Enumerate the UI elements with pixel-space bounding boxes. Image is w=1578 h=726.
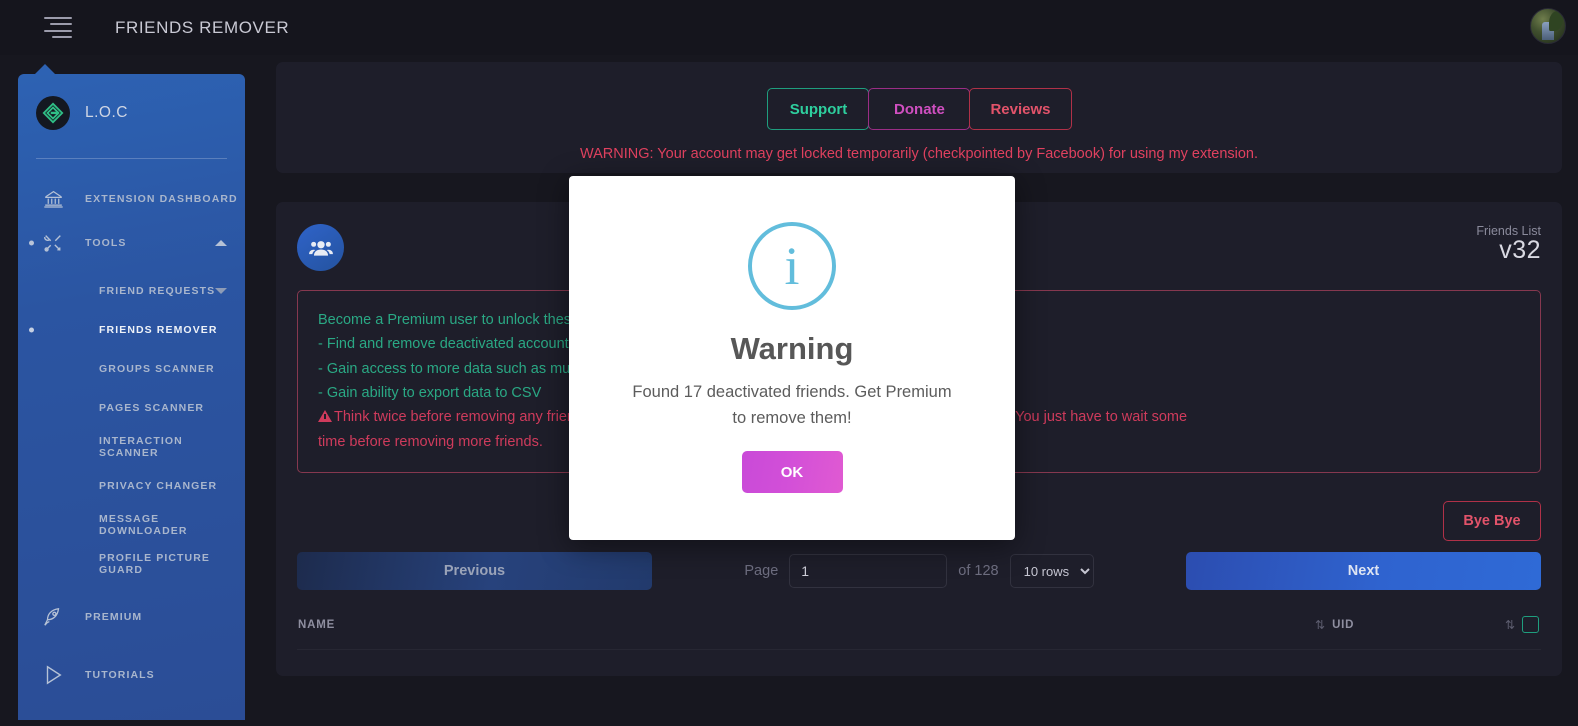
friends-list-meta: Friends List v32: [1476, 224, 1541, 265]
sort-arrows-icon[interactable]: ⇅: [1505, 618, 1515, 632]
sort-arrows-icon[interactable]: ⇅: [1315, 618, 1325, 632]
hamburger-line: [44, 29, 72, 32]
sidebar-item-privacy-changer[interactable]: PRIVACY CHANGER: [18, 466, 245, 505]
page-input[interactable]: [789, 554, 948, 589]
sidebar-item-label: GROUPS SCANNER: [99, 362, 215, 375]
info-circle-icon: i: [748, 222, 836, 310]
pagination-middle: Page of 128 10 rows: [652, 554, 1186, 589]
rocket-icon: [36, 606, 70, 628]
action-button-row: Support Donate Reviews: [276, 88, 1562, 130]
checkbox-icon[interactable]: [1522, 616, 1539, 634]
sidebar-item-label: FRIENDS REMOVER: [99, 323, 218, 336]
rows-per-page-select[interactable]: 10 rows: [1009, 554, 1094, 589]
sidebar-item-tutorials[interactable]: TUTORIALS: [18, 653, 245, 697]
actions-card: Support Donate Reviews WARNING: Your acc…: [276, 62, 1562, 173]
sidebar-item-premium[interactable]: PREMIUM: [18, 595, 245, 639]
table-header-row: NAME ⇅ UID ⇅: [297, 600, 1541, 651]
hamburger-icon[interactable]: [42, 16, 72, 39]
active-dot: [29, 240, 34, 246]
sidebar-item-label: TUTORIALS: [85, 669, 155, 681]
donate-button[interactable]: Donate: [868, 88, 971, 130]
sidebar-brand-label: L.O.C: [85, 104, 128, 121]
play-icon: [36, 664, 70, 686]
sidebar-notch: [34, 64, 56, 75]
sidebar-item-label: MESSAGE DOWNLOADER: [99, 512, 188, 537]
sidebar-item-friends-remover[interactable]: FRIENDS REMOVER: [18, 310, 245, 349]
hamburger-line: [52, 36, 72, 39]
top-bar: FRIENDS REMOVER: [0, 0, 1578, 55]
sidebar-item-label: PRIVACY CHANGER: [99, 479, 218, 492]
chevron-up-icon[interactable]: [215, 240, 227, 246]
sidebar-item-label: PREMIUM: [85, 611, 143, 623]
sidebar-item-label: PAGES SCANNER: [99, 401, 205, 414]
bye-bye-button[interactable]: Bye Bye: [1443, 501, 1541, 542]
chevron-down-icon[interactable]: [215, 287, 227, 294]
sidebar-item-message-downloader[interactable]: MESSAGE DOWNLOADER: [18, 505, 245, 544]
sidebar-item-friend-requests[interactable]: FRIEND REQUESTS: [18, 271, 245, 310]
page-label: Page: [744, 563, 779, 580]
avatar[interactable]: [1530, 8, 1566, 44]
modal-title: Warning: [730, 331, 854, 366]
page-total-label: of 128: [958, 563, 999, 580]
sidebar-item-interaction-scanner[interactable]: INTERACTION SCANNER: [18, 427, 245, 466]
uid-header-group: ⇅ UID: [1307, 618, 1354, 632]
version-label: v32: [1499, 236, 1541, 264]
sidebar-item-tools[interactable]: TOOLS: [18, 221, 245, 265]
warning-modal: i Warning Found 17 deactivated friends. …: [569, 176, 1015, 540]
sidebar-item-groups-scanner[interactable]: GROUPS SCANNER: [18, 349, 245, 388]
ok-button[interactable]: OK: [741, 451, 843, 494]
bank-icon: [36, 189, 70, 210]
sidebar-item-label: PROFILE PICTURE GUARD: [99, 551, 211, 576]
previous-button[interactable]: Previous: [297, 552, 652, 591]
pagination-controls: Previous Page of 128 10 rows Next: [297, 552, 1541, 591]
hamburger-line: [50, 23, 72, 26]
hamburger-line: [44, 16, 72, 19]
people-group-icon: [297, 224, 344, 271]
active-dot: [29, 327, 34, 332]
account-warning-text: WARNING: Your account may get locked tem…: [579, 146, 1259, 162]
app-root: FRIENDS REMOVER L.O.C EXTENSION DASHBOAR…: [0, 0, 1578, 726]
warning-triangle-icon: [318, 410, 332, 423]
sidebar-item-extension-dashboard[interactable]: EXTENSION DASHBOARD: [18, 177, 245, 221]
sidebar-item-label: FRIEND REQUESTS: [99, 284, 216, 297]
avatar-leaf: [1549, 11, 1563, 31]
sidebar-item-pages-scanner[interactable]: PAGES SCANNER: [18, 388, 245, 427]
modal-message: Found 17 deactivated friends. Get Premiu…: [632, 383, 952, 427]
sidebar-item-label: INTERACTION SCANNER: [99, 434, 183, 459]
sidebar: L.O.C EXTENSION DASHBOARD TOOLS FRIEND R…: [18, 74, 245, 720]
tools-icon: [36, 232, 70, 254]
sidebar-item-profile-picture-guard[interactable]: PROFILE PICTURE GUARD: [18, 544, 245, 583]
info-glyph: i: [784, 236, 800, 296]
select-all-group: ⇅: [1497, 616, 1539, 634]
column-header-uid: UID: [1332, 618, 1355, 631]
sidebar-item-label: TOOLS: [85, 237, 127, 249]
column-header-name: NAME: [298, 618, 336, 631]
page-title: FRIENDS REMOVER: [115, 17, 290, 37]
sidebar-item-label: EXTENSION DASHBOARD: [85, 193, 238, 205]
sidebar-divider: [36, 158, 227, 159]
sidebar-brand[interactable]: L.O.C: [18, 74, 245, 136]
reviews-button[interactable]: Reviews: [969, 88, 1072, 130]
next-button[interactable]: Next: [1186, 552, 1541, 591]
loc-logo-icon: [36, 96, 70, 130]
support-button[interactable]: Support: [767, 88, 870, 130]
